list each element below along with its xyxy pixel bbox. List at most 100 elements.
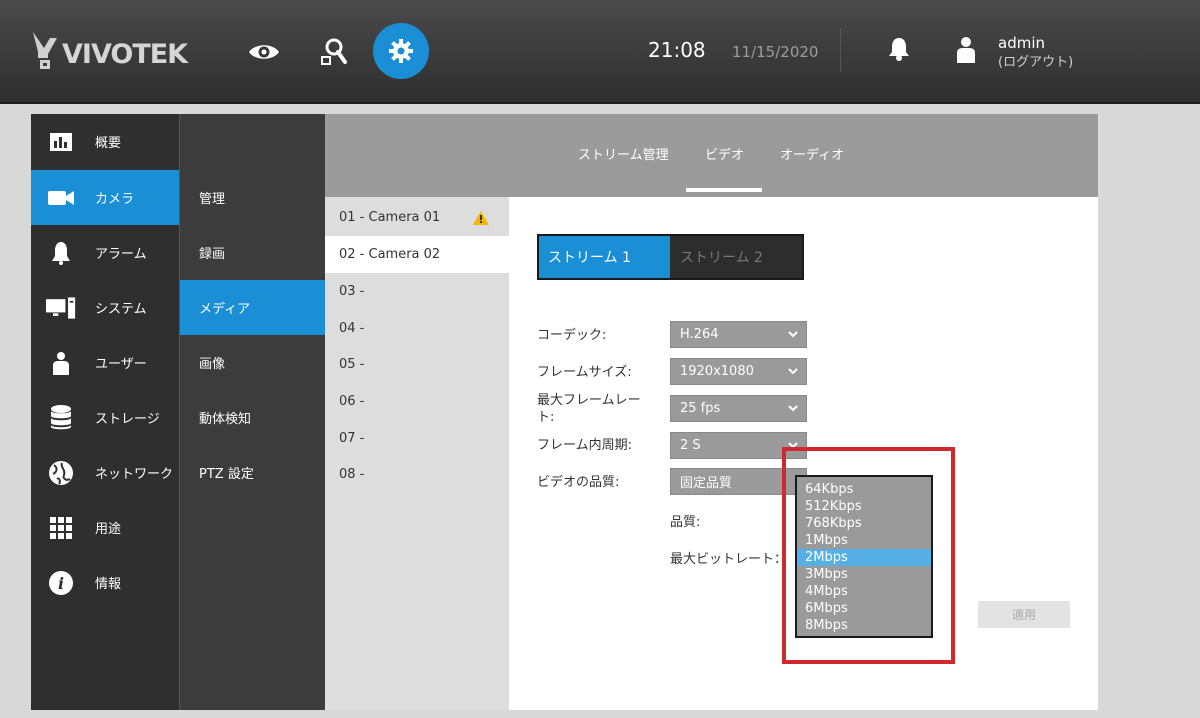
bitrate-option[interactable]: 6Mbps [797,600,931,617]
sidebar-item-label: ユーザー [95,357,147,372]
vivotek-logo[interactable]: VIVOTEK [30,30,188,70]
sidebar-item-label: システム [95,302,147,317]
max-bitrate-label: 最大ビットレート： [670,552,788,567]
chevron-down-icon [788,331,798,338]
computer-icon [46,293,76,323]
bitrate-option[interactable]: 64Kbps [797,481,931,498]
tab-stream-management[interactable]: ストリーム管理 [578,144,669,163]
camera-item-08[interactable]: 08 - [325,456,509,493]
logo-text: VIVOTEK [62,38,188,70]
live-view-button[interactable] [238,26,290,78]
codec-select[interactable]: H.264 [670,321,807,348]
camera-item-label: 04 - [339,321,365,336]
camera-item-label: 01 - Camera 01 [339,210,441,225]
stream-1-tab[interactable]: ストリーム 1 [539,236,670,278]
subnav-item-label: 画像 [199,357,226,372]
bell-icon [46,238,76,268]
subnav-item-label: メディア [199,302,251,317]
tab-audio[interactable]: オーディオ [780,144,844,163]
camera-item-label: 03 - [339,284,365,299]
user-icon [46,348,76,378]
sidebar-item-applications[interactable]: 用途 [31,500,179,555]
sidebar-item-system[interactable]: システム [31,280,179,335]
sidebar-item-info[interactable]: i 情報 [31,555,179,610]
bitrate-option[interactable]: 3Mbps [797,566,931,583]
sidebar-item-users[interactable]: ユーザー [31,335,179,390]
video-quality-select[interactable]: 固定品質 [670,468,807,495]
camera-item-07[interactable]: 07 - [325,420,509,457]
subnav-item-management[interactable]: 管理 [180,170,326,225]
subnav-item-recording[interactable]: 録画 [180,225,326,280]
tab-video[interactable]: ビデオ [705,144,744,163]
bitrate-option[interactable]: 768Kbps [797,515,931,532]
subnav-item-media[interactable]: メディア [180,280,326,335]
top-header: VIVOTEK 21:08 11/15/2020 admin (ログアウト) [0,0,1200,104]
sidebar-item-storage[interactable]: ストレージ [31,390,179,445]
notifications-button[interactable] [886,36,912,66]
camera-item-04[interactable]: 04 - [325,310,509,347]
subnav-item-motion-detection[interactable]: 動体検知 [180,390,326,445]
subnav-item-label: 録画 [199,247,226,262]
header-divider [840,28,841,72]
max-frame-rate-select[interactable]: 25 fps [670,395,807,422]
video-settings-panel: ストリーム 1 ストリーム 2 コーデック: H.264 フレームサイズ: 19… [509,197,1098,710]
logo-mark-icon [30,30,60,70]
frame-size-select[interactable]: 1920x1080 [670,358,807,385]
user-name: admin [998,34,1045,52]
camera-item-01[interactable]: 01 - Camera 01 [325,199,509,236]
active-tab-underline [686,188,762,192]
frame-size-label: フレームサイズ: [537,365,632,380]
main-sidebar: 概要 カメラ アラーム システム ユーザー ストレージ ネットワーク 用途 i … [31,114,179,710]
bitrate-option[interactable]: 1Mbps [797,532,931,549]
chevron-down-icon [788,368,798,375]
user-icon [957,37,975,63]
max-frame-rate-value: 25 fps [680,401,721,416]
subnav-item-image[interactable]: 画像 [180,335,326,390]
sidebar-item-camera[interactable]: カメラ [31,170,179,225]
sidebar-item-label: 情報 [95,577,122,592]
bitrate-dropdown-list[interactable]: 64Kbps 512Kbps 768Kbps 1Mbps 2Mbps 3Mbps… [795,475,933,638]
bitrate-option[interactable]: 512Kbps [797,498,931,515]
camera-item-05[interactable]: 05 - [325,346,509,383]
apply-button[interactable]: 適用 [978,601,1070,628]
video-quality-label: ビデオの品質: [537,475,620,490]
video-quality-value: 固定品質 [680,476,733,491]
sidebar-item-label: アラーム [95,247,147,262]
sidebar-item-network[interactable]: ネットワーク [31,445,179,500]
camera-item-label: 02 - Camera 02 [339,247,441,262]
chart-icon [46,127,76,157]
intra-frame-period-label: フレーム内周期: [537,438,632,453]
svg-text:i: i [58,574,64,593]
sub-sidebar: 管理 録画 メディア 画像 動体検知 PTZ 設定 [179,114,326,710]
frame-size-value: 1920x1080 [680,364,754,379]
intra-frame-period-select[interactable]: 2 S [670,432,807,459]
max-frame-rate-label: 最大フレームレート: [537,393,641,425]
codec-value: H.264 [680,327,719,342]
globe-icon [46,458,76,488]
intra-frame-period-value: 2 S [680,438,701,453]
codec-label: コーデック: [537,328,607,343]
database-icon [46,403,76,433]
sidebar-item-overview[interactable]: 概要 [31,114,179,169]
camera-item-label: 07 - [339,431,365,446]
bitrate-option-selected[interactable]: 2Mbps [797,549,931,566]
camera-item-label: 08 - [339,467,365,482]
playback-search-button[interactable] [307,26,359,78]
bitrate-option[interactable]: 8Mbps [797,617,931,634]
search-icon [321,38,347,65]
camera-item-label: 05 - [339,357,365,372]
bitrate-option[interactable]: 4Mbps [797,583,931,600]
camera-item-06[interactable]: 06 - [325,383,509,420]
media-tabs-bar: ストリーム管理 ビデオ オーディオ [325,114,1098,197]
subnav-item-ptz-settings[interactable]: PTZ 設定 [180,445,326,500]
chevron-down-icon [788,405,798,412]
settings-button[interactable] [373,23,429,79]
logout-link[interactable]: (ログアウト) [998,51,1073,70]
camera-item-02[interactable]: 02 - Camera 02 [325,236,509,273]
camera-item-03[interactable]: 03 - [325,273,509,310]
stream-2-tab[interactable]: ストリーム 2 [670,236,802,278]
sidebar-item-alarm[interactable]: アラーム [31,225,179,280]
user-account-button[interactable] [955,36,977,68]
warning-icon [473,210,489,229]
quality-sublabel: 品質: [670,515,701,530]
